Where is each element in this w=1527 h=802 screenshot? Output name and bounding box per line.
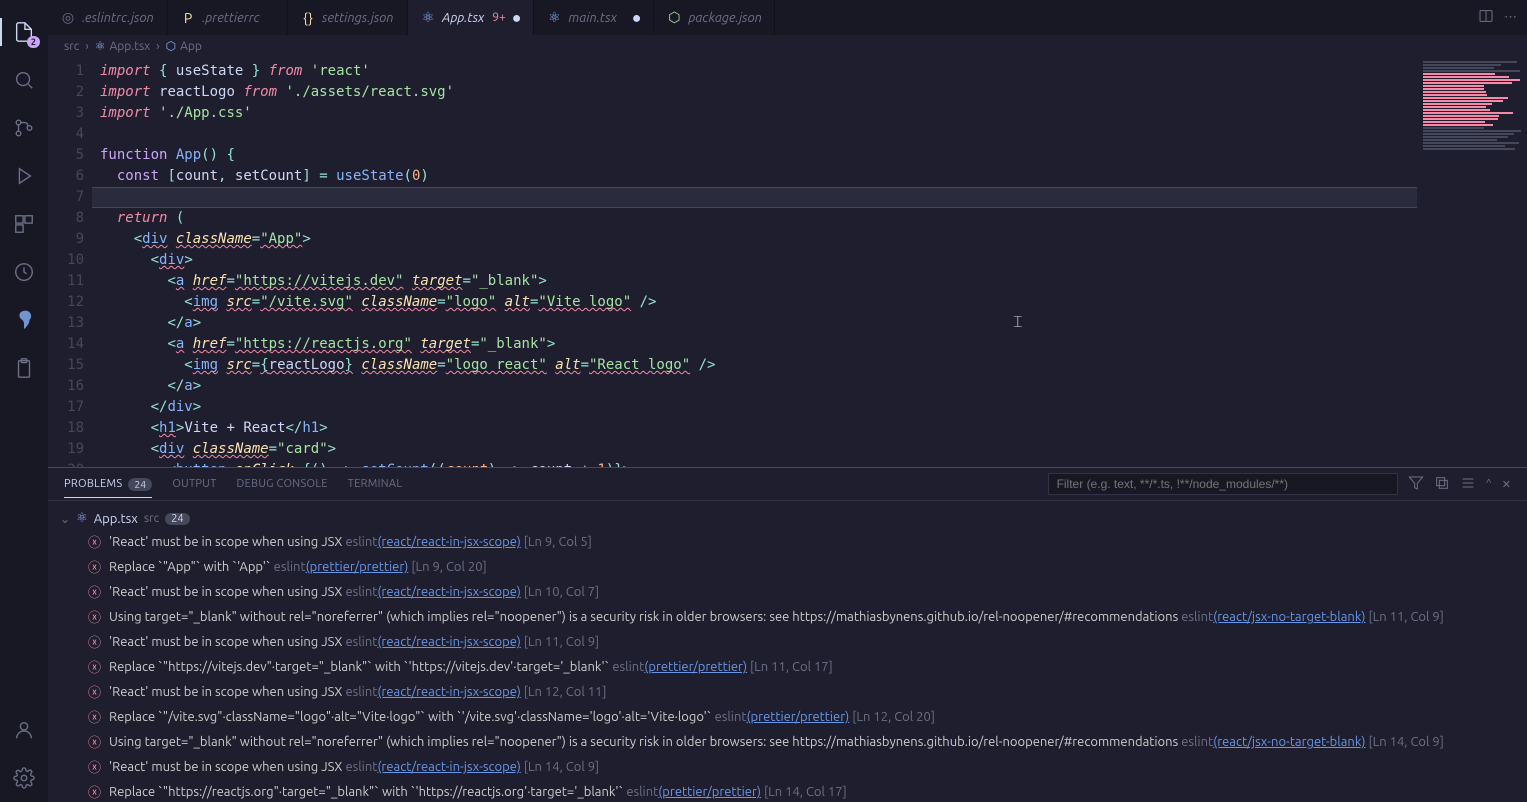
tab-main-tsx[interactable]: ⚛ main.tsx ● (534, 0, 654, 35)
tab-label: .eslintrc.json (82, 11, 155, 25)
problems-list: ⌄ ⚛ App.tsx src 24 ⓧ 'React' must be in … (48, 501, 1527, 802)
activity-bar: 2 (0, 0, 48, 802)
brand-icon[interactable] (0, 296, 48, 344)
problem-item[interactable]: ⓧ Using target="_blank" without rel="nor… (60, 730, 1515, 755)
error-icon: ⓧ (88, 633, 101, 653)
problem-item[interactable]: ⓧ Using target="_blank" without rel="nor… (60, 605, 1515, 630)
tab-output[interactable]: OUTPUT (172, 478, 216, 490)
timeline-icon[interactable] (0, 248, 48, 296)
filter-icon[interactable] (1408, 475, 1424, 494)
maximize-panel-icon[interactable]: ^ (1486, 478, 1492, 490)
error-icon: ⓧ (88, 658, 101, 678)
problem-rule-link[interactable]: (react/jsx-no-target-blank) (1213, 735, 1365, 749)
problem-item[interactable]: ⓧ 'React' must be in scope when using JS… (60, 530, 1515, 555)
close-panel-icon[interactable]: ✕ (1502, 478, 1511, 491)
file-type-icon: ⬡ (666, 10, 682, 26)
run-debug-icon[interactable] (0, 152, 48, 200)
tab--eslintrc-json[interactable]: ◎ .eslintrc.json (48, 0, 168, 35)
collapse-all-icon[interactable] (1434, 475, 1450, 494)
split-editor-icon[interactable] (1478, 8, 1494, 27)
minimap[interactable] (1417, 57, 1527, 467)
problem-item[interactable]: ⓧ 'React' must be in scope when using JS… (60, 630, 1515, 655)
tab-settings-json[interactable]: {} settings.json (288, 0, 408, 35)
problem-rule-link[interactable]: (react/react-in-jsx-scope) (377, 585, 520, 599)
problem-rule-link[interactable]: (prettier/prettier) (644, 660, 747, 674)
account-icon[interactable] (0, 706, 48, 754)
problem-rule-link[interactable]: (prettier/prettier) (746, 710, 849, 724)
problem-item[interactable]: ⓧ Replace `"https://vitejs.dev"·target="… (60, 655, 1515, 680)
error-icon: ⓧ (88, 783, 101, 802)
breadcrumb[interactable]: src›⚛App.tsx›⬡App (48, 35, 1527, 57)
dirty-indicator-icon: ● (512, 10, 522, 26)
tab-problem-count: 9+ (492, 11, 506, 24)
tab-terminal[interactable]: TERMINAL (348, 478, 403, 490)
tab-package-json[interactable]: ⬡ package.json (654, 0, 774, 35)
error-icon: ⓧ (88, 683, 101, 703)
file-type-icon: {} (300, 10, 316, 26)
problem-rule-link[interactable]: (react/react-in-jsx-scope) (377, 685, 520, 699)
file-type-icon: ◎ (60, 10, 76, 26)
tab--prettierrc[interactable]: P .prettierrc (168, 0, 288, 35)
tab-label: settings.json (322, 11, 395, 25)
error-icon: ⓧ (88, 708, 101, 728)
tab-label: main.tsx (568, 11, 625, 25)
problems-count-badge: 24 (128, 478, 152, 491)
file-type-icon: P (180, 10, 196, 26)
breadcrumb-item[interactable]: ⚛App.tsx (95, 39, 151, 53)
dirty-indicator-icon: ● (632, 10, 642, 26)
problem-rule-link[interactable]: (prettier/prettier) (306, 560, 409, 574)
problem-item[interactable]: ⓧ 'React' must be in scope when using JS… (60, 580, 1515, 605)
file-type-icon: ⚛ (420, 10, 436, 26)
problem-item[interactable]: ⓧ Replace `"https://reactjs.org"·target=… (60, 780, 1515, 802)
more-actions-icon[interactable]: ⋯ (1504, 10, 1517, 25)
editor-tabs: ◎ .eslintrc.json P .prettierrc {} settin… (48, 0, 1527, 35)
tab-label: .prettierrc (202, 11, 275, 25)
search-icon[interactable] (0, 56, 48, 104)
tab-problems[interactable]: PROBLEMS 24 (64, 478, 152, 498)
error-icon: ⓧ (88, 583, 101, 603)
problem-rule-link[interactable]: (react/jsx-no-target-blank) (1213, 610, 1365, 624)
problem-rule-link[interactable]: (react/react-in-jsx-scope) (377, 760, 520, 774)
bottom-panel: PROBLEMS 24 OUTPUT DEBUG CONSOLE TERMINA… (48, 467, 1527, 802)
problems-filter-input[interactable] (1048, 473, 1398, 495)
explorer-icon[interactable]: 2 (0, 8, 48, 56)
file-type-icon: ⚛ (546, 10, 562, 26)
problem-rule-link[interactable]: (react/react-in-jsx-scope) (377, 535, 520, 549)
source-control-icon[interactable] (0, 104, 48, 152)
problem-item[interactable]: ⓧ Replace `"App"` with `'App'` eslint(pr… (60, 555, 1515, 580)
error-icon: ⓧ (88, 608, 101, 628)
error-icon: ⓧ (88, 558, 101, 578)
problem-item[interactable]: ⓧ 'React' must be in scope when using JS… (60, 755, 1515, 780)
tab-app-tsx[interactable]: ⚛ App.tsx 9+ ● (408, 0, 534, 35)
error-icon: ⓧ (88, 733, 101, 753)
extensions-icon[interactable] (0, 200, 48, 248)
chevron-down-icon: ⌄ (60, 512, 70, 526)
breadcrumb-item[interactable]: src (64, 40, 79, 53)
problems-file-header[interactable]: ⌄ ⚛ App.tsx src 24 (60, 507, 1515, 530)
line-gutter: 1234567891011121314151617181920 (48, 57, 100, 467)
error-icon: ⓧ (88, 758, 101, 778)
tab-label: App.tsx (442, 11, 484, 25)
problem-item[interactable]: ⓧ Replace `"/vite.svg"·className="logo"·… (60, 705, 1515, 730)
explorer-badge: 2 (27, 36, 40, 48)
code-area[interactable]: import { useState } from 'react'import r… (100, 57, 1417, 467)
problem-rule-link[interactable]: (prettier/prettier) (658, 785, 761, 799)
editor[interactable]: 1234567891011121314151617181920 import {… (48, 57, 1527, 467)
tab-debug-console[interactable]: DEBUG CONSOLE (237, 478, 328, 490)
tab-label: package.json (688, 11, 761, 25)
error-icon: ⓧ (88, 533, 101, 553)
clipboard-icon[interactable] (0, 344, 48, 392)
problem-rule-link[interactable]: (react/react-in-jsx-scope) (377, 635, 520, 649)
text-cursor-icon: ⌶ (1013, 313, 1023, 332)
settings-gear-icon[interactable] (0, 754, 48, 802)
problem-item[interactable]: ⓧ 'React' must be in scope when using JS… (60, 680, 1515, 705)
breadcrumb-item[interactable]: ⬡App (166, 39, 202, 53)
view-as-list-icon[interactable] (1460, 475, 1476, 494)
